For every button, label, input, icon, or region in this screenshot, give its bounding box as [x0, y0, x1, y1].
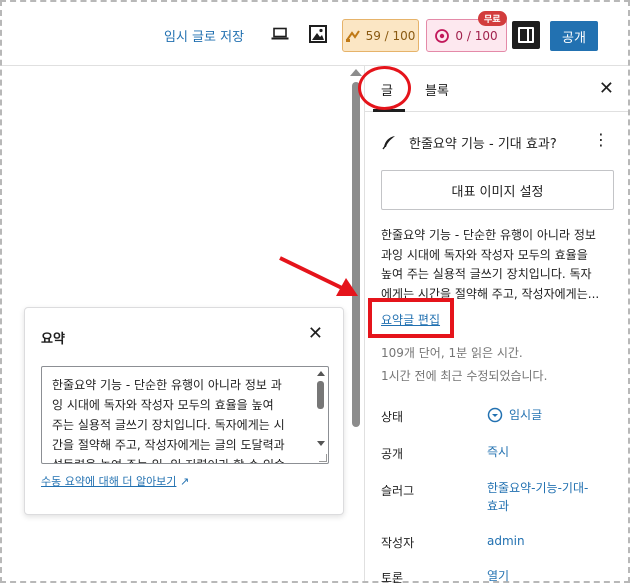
slug-line: 효과: [487, 499, 510, 513]
status-value: 임시글: [509, 408, 543, 422]
seo-score: 59 / 100: [365, 28, 416, 43]
status-value-button[interactable]: 임시글: [487, 406, 542, 424]
excerpt-line: 높여 주는 실용적 글쓰기 장치입니다. 독자: [381, 267, 592, 281]
textarea-scrollbar[interactable]: [314, 369, 326, 461]
close-popover-icon[interactable]: ✕: [308, 323, 323, 344]
seo-logo-icon: [345, 29, 360, 42]
post-summary-row: 한줄요약 기능 - 기대 효과?: [381, 130, 621, 154]
laptop-preview-icon[interactable]: [269, 23, 291, 45]
image-icon[interactable]: [307, 23, 329, 45]
scroll-down-icon[interactable]: [317, 441, 325, 446]
publish-button[interactable]: 공개: [550, 21, 598, 51]
textarea-line: 잉 시대에 독자와 작성자 모두의 효율을 높여: [52, 398, 274, 412]
scroll-up-icon[interactable]: [317, 371, 325, 376]
tab-block[interactable]: 블록: [425, 80, 449, 99]
status-label: 상태: [381, 410, 404, 424]
textarea-line: 설득력을 높여 주는 일, 일 저렴이라 할 수 있습: [52, 455, 308, 463]
set-featured-image-button[interactable]: 대표 이미지 설정: [381, 170, 614, 210]
learn-more-text: 수동 요약에 대해 더 알아보기: [41, 475, 177, 488]
slug-line: 한줄요약-기능-기대-: [487, 481, 589, 495]
settings-panel-toggle-icon[interactable]: [512, 21, 540, 49]
save-draft-button[interactable]: 임시 글로 저장: [164, 26, 244, 45]
word-count: 109개 단어, 1분 읽은 시간.: [381, 346, 523, 360]
textarea-line: 간을 절약해 주고, 작성자에게는 글의 도달력과: [52, 438, 285, 452]
post-title: 한줄요약 기능 - 기대 효과?: [409, 136, 557, 152]
author-label: 작성자: [381, 536, 415, 550]
more-options-icon[interactable]: ⋮: [593, 132, 609, 148]
seo-score-badge[interactable]: 59 / 100: [342, 19, 419, 52]
scroll-thumb[interactable]: [317, 381, 324, 409]
excerpt-preview: 한줄요약 기능 - 단순한 유행이 아니라 정보 과잉 시대에 독자와 작성자 …: [381, 226, 614, 304]
editor-toolbar: 임시 글로 저장 59 / 100 0 / 100 무료 공개: [2, 2, 628, 66]
draft-status-icon: [487, 407, 503, 423]
slug-label: 슬러그: [381, 484, 415, 498]
excerpt-line: 한줄요약 기능 - 단순한 유행이 아니라 정보: [381, 228, 596, 242]
annotation-box: [368, 298, 454, 338]
textarea-line: 한줄요약 기능 - 단순한 유행이 아니라 정보 과: [52, 378, 282, 392]
external-link-icon: ↗: [179, 475, 190, 488]
excerpt-textarea[interactable]: 한줄요약 기능 - 단순한 유행이 아니라 정보 과 잉 시대에 독자와 작성자…: [41, 366, 329, 464]
ai-logo-icon: [435, 28, 450, 43]
scroll-up-arrow-icon[interactable]: [350, 69, 362, 76]
visibility-value-button[interactable]: 즉시: [487, 443, 509, 461]
resize-handle-icon[interactable]: [319, 454, 327, 462]
last-edited: 1시간 전에 최근 수정되었습니다.: [381, 369, 548, 383]
feather-pen-icon: [382, 136, 395, 150]
textarea-line: 주는 실용적 글쓰기 장치입니다. 독자에게는 시: [52, 418, 285, 432]
popover-title: 요약: [41, 332, 65, 347]
discussion-value-button[interactable]: 열기: [487, 567, 509, 583]
discussion-label: 토론: [381, 571, 404, 583]
free-tag: 무료: [478, 11, 507, 26]
slug-value-button[interactable]: 한줄요약-기능-기대- 효과: [487, 479, 588, 515]
excerpt-line: 과잉 시대에 독자와 작성자 모두의 효율을: [381, 247, 588, 262]
excerpt-popover: 요약 ✕ 한줄요약 기능 - 단순한 유행이 아니라 정보 과 잉 시대에 독자…: [24, 307, 344, 515]
close-sidebar-icon[interactable]: ✕: [599, 78, 614, 99]
ai-score: 0 / 100: [455, 28, 498, 43]
annotation-circle: [358, 66, 411, 110]
annotation-arrow-icon: [279, 256, 358, 296]
learn-more-link[interactable]: 수동 요약에 대해 더 알아보기 ↗: [41, 473, 189, 489]
visibility-label: 공개: [381, 447, 404, 461]
author-value-button[interactable]: admin: [487, 532, 525, 550]
